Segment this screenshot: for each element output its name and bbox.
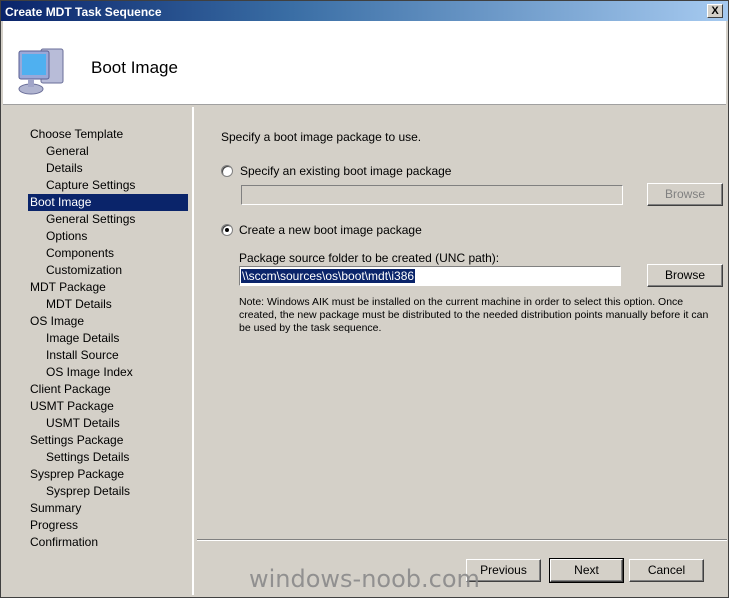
window-title: Create MDT Task Sequence xyxy=(5,5,162,19)
nav-item[interactable]: Details xyxy=(44,160,188,177)
browse-source-button[interactable]: Browse xyxy=(647,264,723,287)
nav-item[interactable]: OS Image Index xyxy=(44,364,188,381)
page-title: Boot Image xyxy=(91,58,178,77)
nav-item[interactable]: Components xyxy=(44,245,188,262)
header: Boot Image xyxy=(3,21,726,105)
nav-item[interactable]: Sysprep Details xyxy=(44,483,188,500)
nav-item[interactable]: Install Source xyxy=(44,347,188,364)
source-folder-value: \\sccm\sources\os\boot\mdt\i386 xyxy=(241,269,416,283)
existing-package-label[interactable]: Specify an existing boot image package xyxy=(240,164,451,178)
nav-item[interactable]: Progress xyxy=(28,517,188,534)
close-icon: X xyxy=(711,5,719,17)
browse-existing-button[interactable]: Browse xyxy=(647,183,723,206)
existing-package-field[interactable] xyxy=(241,185,623,205)
wizard-nav: Choose Template General Details Capture Set… xyxy=(4,107,194,595)
nav-item[interactable]: General Settings xyxy=(44,211,188,228)
nav-item[interactable]: USMT Package xyxy=(28,398,188,415)
nav-item[interactable]: Boot Image xyxy=(28,194,188,211)
nav-item[interactable]: Summary xyxy=(28,500,188,517)
nav-item[interactable]: USMT Details xyxy=(44,415,188,432)
watermark: windows-noob.com xyxy=(249,565,480,593)
nav-item[interactable]: Confirmation xyxy=(28,534,188,551)
next-button[interactable]: Next xyxy=(549,558,624,583)
existing-package-radio[interactable] xyxy=(221,165,233,177)
nav-item[interactable]: MDT Package xyxy=(28,279,188,296)
nav-item[interactable]: Settings Package xyxy=(28,432,188,449)
nav-item[interactable]: MDT Details xyxy=(44,296,188,313)
close-button[interactable]: X xyxy=(707,4,723,18)
computer-icon xyxy=(18,48,64,95)
nav-item[interactable]: Customization xyxy=(44,262,188,279)
nav-item[interactable]: Settings Details xyxy=(44,449,188,466)
create-package-radio[interactable] xyxy=(221,224,233,236)
create-package-label[interactable]: Create a new boot image package xyxy=(239,223,422,237)
nav-item[interactable]: Image Details xyxy=(44,330,188,347)
nav-item[interactable]: Capture Settings xyxy=(44,177,188,194)
nav-item[interactable]: Sysprep Package xyxy=(28,466,188,483)
title-bar: Create MDT Task Sequence X xyxy=(1,1,728,21)
source-folder-label: Package source folder to be created (UNC… xyxy=(239,251,500,265)
nav-item[interactable]: Choose Template xyxy=(28,126,188,143)
cancel-button[interactable]: Cancel xyxy=(629,559,704,582)
footer-divider xyxy=(197,539,727,541)
prompt-text: Specify a boot image package to use. xyxy=(221,130,422,144)
nav-item[interactable]: Client Package xyxy=(28,381,188,398)
main-panel: Specify a boot image package to use. Spe… xyxy=(197,107,727,595)
nav-item[interactable]: General xyxy=(44,143,188,160)
source-folder-input[interactable]: \\sccm\sources\os\boot\mdt\i386 xyxy=(239,266,621,286)
wizard-window: Create MDT Task Sequence X Boot Image Ch… xyxy=(0,0,729,598)
note-text: Note: Windows AIK must be installed on t… xyxy=(239,296,709,334)
nav-item[interactable]: OS Image xyxy=(28,313,188,330)
nav-item[interactable]: Options xyxy=(44,228,188,245)
